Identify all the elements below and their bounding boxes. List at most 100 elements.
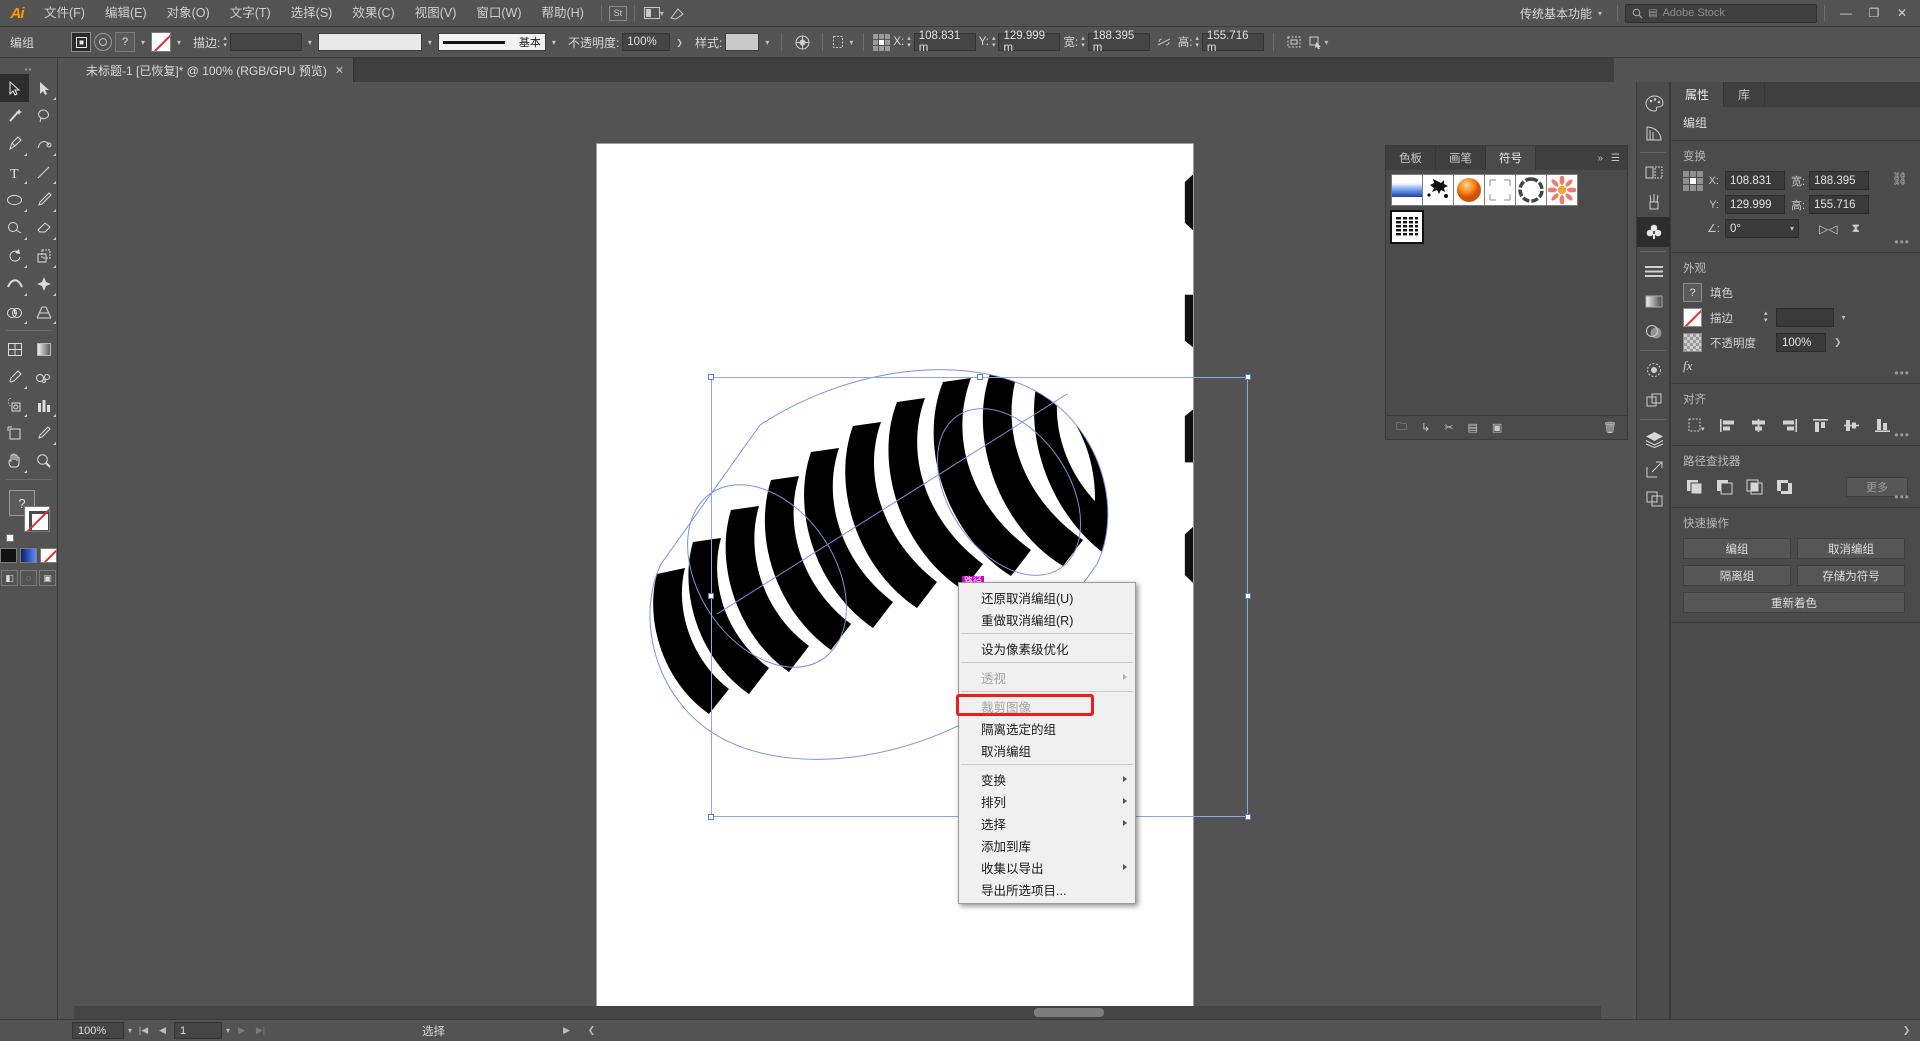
isolate-group-toggle[interactable]	[71, 32, 91, 52]
align-left-icon[interactable]	[1714, 414, 1740, 436]
graphic-style-swatch[interactable]	[725, 33, 759, 51]
symbol-swatch-flower[interactable]	[1546, 174, 1578, 206]
stroke-weight-field[interactable]	[230, 33, 302, 51]
stroke-weight-field[interactable]	[1776, 308, 1834, 327]
x-field[interactable]: 108.831 m	[914, 33, 976, 51]
tool-perspective-grid[interactable]	[29, 298, 58, 326]
first-artboard-icon[interactable]: |◀	[136, 1022, 151, 1039]
document-setup-icon[interactable]: St	[609, 6, 627, 21]
transparency-icon[interactable]	[1637, 316, 1671, 346]
ungroup-button[interactable]: 取消编组	[1797, 538, 1905, 559]
clipping-mask-toggle[interactable]	[94, 33, 112, 51]
selection-handle[interactable]	[1245, 593, 1251, 599]
symbol-swatch-ring[interactable]	[1515, 174, 1547, 206]
color-mode-solid[interactable]	[0, 548, 17, 563]
color-guide-icon[interactable]	[1637, 118, 1671, 148]
pathfinder-intersect-icon[interactable]	[1743, 476, 1767, 498]
tool-eyedropper[interactable]	[0, 363, 29, 391]
stroke-profile-field[interactable]	[318, 33, 422, 51]
width-stepper[interactable]: ▴▾	[1081, 36, 1085, 49]
brushes-icon[interactable]	[1637, 187, 1671, 217]
new-symbol-icon[interactable]: ▣	[1492, 421, 1502, 434]
opacity-options-icon[interactable]: ❯	[673, 38, 686, 47]
flip-horizontal-icon[interactable]: ▷◁	[1819, 222, 1837, 236]
tool-width[interactable]	[0, 270, 29, 298]
adobe-stock-search[interactable]: ▤ Adobe Stock	[1625, 4, 1817, 23]
pathfinder-minus-front-icon[interactable]	[1713, 476, 1737, 498]
menu-window[interactable]: 窗口(W)	[466, 0, 531, 27]
panel-grip[interactable]: ▪▪	[0, 64, 57, 74]
document-tab[interactable]: 未标题-1 [已恢复]* @ 100% (RGB/GPU 预览) ✕	[74, 58, 354, 82]
maximize-button[interactable]: ❐	[1860, 0, 1888, 27]
context-menu-item[interactable]: 取消编组	[959, 739, 1135, 761]
stroke-swatch[interactable]	[24, 506, 50, 532]
align-options-icon[interactable]: ▾	[832, 32, 854, 52]
tool-blend[interactable]	[29, 363, 58, 391]
reference-point-selector[interactable]	[1683, 171, 1703, 191]
appearance-icon[interactable]	[1637, 355, 1671, 385]
context-menu[interactable]: 还原取消编组(U)重做取消编组(R)设为像素级优化透视裁剪图像隔离选定的组取消编…	[958, 582, 1136, 904]
chevron-down-icon[interactable]: ▾	[174, 38, 184, 47]
symbol-options-icon[interactable]: ▤	[1467, 421, 1477, 434]
isolate-group-button[interactable]: 隔离组	[1683, 565, 1791, 586]
context-menu-item[interactable]: 重做取消编组(R)	[959, 608, 1135, 630]
tool-scale[interactable]	[29, 242, 58, 270]
y-field[interactable]: 129.999 m	[998, 33, 1060, 51]
effects-icon[interactable]: fx	[1683, 358, 1692, 374]
symbols-icon[interactable]	[1637, 217, 1671, 247]
tab-brushes[interactable]: 画笔	[1436, 146, 1486, 170]
selection-handle[interactable]	[1245, 814, 1251, 820]
transform-options-icon[interactable]	[1283, 32, 1305, 52]
constrain-proportions-icon[interactable]: ⛓	[1891, 171, 1908, 187]
tool-symbol-sprayer[interactable]	[0, 391, 29, 419]
panel-menu-icon[interactable]: ☰	[1611, 153, 1620, 164]
tool-type[interactable]: T	[0, 158, 29, 186]
tool-rotate[interactable]	[0, 242, 29, 270]
tool-shape-builder[interactable]	[0, 298, 29, 326]
tool-mesh[interactable]	[0, 335, 29, 363]
tool-curvature[interactable]	[29, 130, 58, 158]
tab-libraries[interactable]: 库	[1724, 82, 1765, 107]
close-icon[interactable]: ✕	[335, 64, 344, 77]
context-menu-item[interactable]: 选择	[959, 812, 1135, 834]
tool-paintbrush[interactable]	[29, 186, 58, 214]
height-stepper[interactable]: ▴▾	[1195, 36, 1199, 49]
recolor-button[interactable]: 重新着色	[1683, 592, 1905, 613]
save-as-symbol-button[interactable]: 存储为符号	[1797, 565, 1905, 586]
tool-slice[interactable]	[29, 419, 58, 447]
symbols-grid[interactable]	[1386, 170, 1627, 247]
reference-point-selector[interactable]	[873, 34, 890, 51]
stroke-swatch[interactable]	[1683, 308, 1702, 327]
context-menu-item[interactable]: 隔离选定的组	[959, 717, 1135, 739]
symbol-swatch-amazing-art[interactable]	[1391, 211, 1423, 243]
menu-view[interactable]: 视图(V)	[405, 0, 467, 27]
selection-handle[interactable]	[708, 593, 714, 599]
brush-definition-dropdown[interactable]: 基本	[438, 33, 546, 51]
tool-hand[interactable]	[0, 447, 29, 475]
tool-selection[interactable]	[0, 74, 29, 102]
search-adobe-icon[interactable]	[666, 3, 690, 23]
tool-line-segment[interactable]	[29, 158, 58, 186]
color-mode-none[interactable]	[40, 548, 57, 563]
width-field[interactable]: 188.395	[1809, 171, 1869, 190]
pathfinder-more-options-icon[interactable]: •••	[1894, 490, 1910, 504]
selection-handle[interactable]	[708, 814, 714, 820]
symbol-swatch-corner-marks[interactable]	[1484, 174, 1516, 206]
gradient-icon[interactable]	[1637, 286, 1671, 316]
opacity-field[interactable]: 100%	[622, 33, 670, 51]
zoom-level-field[interactable]: 100%	[72, 1022, 124, 1039]
chevron-down-icon[interactable]: ▾	[762, 38, 772, 47]
export-icon[interactable]	[1637, 454, 1671, 484]
align-center-vertical-icon[interactable]	[1838, 414, 1864, 436]
stroke-weight-stepper[interactable]: ▴▾	[1764, 311, 1768, 324]
menu-select[interactable]: 选择(S)	[281, 0, 343, 27]
tool-shaper[interactable]	[0, 214, 29, 242]
constrain-proportions-icon[interactable]	[1153, 32, 1175, 52]
place-symbol-icon[interactable]: ↳	[1421, 421, 1430, 434]
menu-edit[interactable]: 编辑(E)	[95, 0, 157, 27]
transform-more-options-icon[interactable]: •••	[1894, 235, 1910, 249]
tool-eraser[interactable]	[29, 214, 58, 242]
stroke-weight-stepper[interactable]: ▴▾	[223, 36, 227, 49]
align-more-options-icon[interactable]: •••	[1894, 428, 1910, 442]
pathfinder-exclude-icon[interactable]	[1773, 476, 1797, 498]
